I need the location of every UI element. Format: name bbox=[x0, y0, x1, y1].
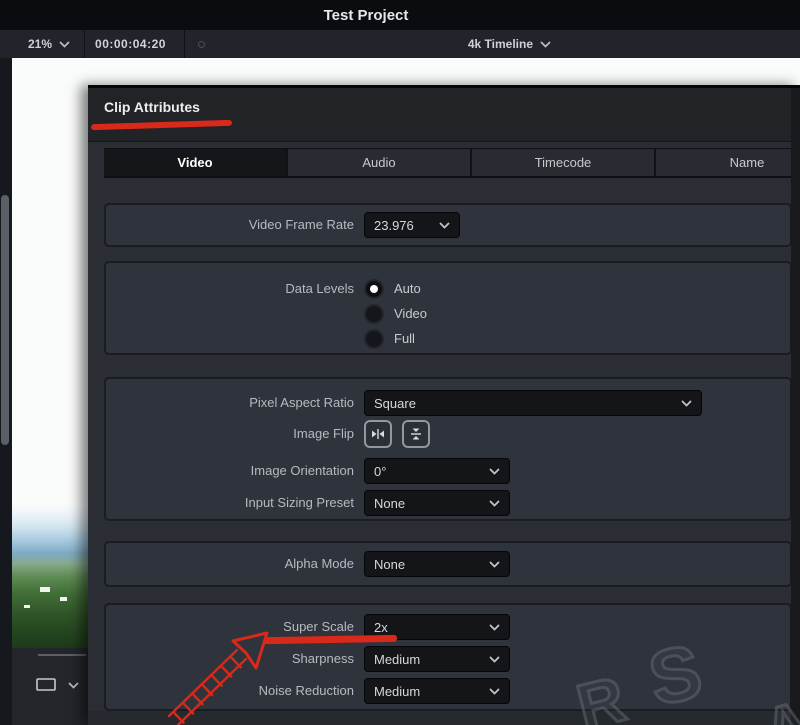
left-panel-edge bbox=[0, 58, 12, 725]
chevron-down-icon bbox=[540, 41, 551, 48]
alpha-mode-dropdown[interactable]: None bbox=[364, 551, 510, 577]
noise-reduction-dropdown[interactable]: Medium bbox=[364, 678, 510, 704]
video-frame-thumbnail bbox=[12, 505, 88, 648]
section-data-levels: Data Levels Auto Video Full bbox=[104, 261, 792, 355]
image-orientation-value: 0° bbox=[374, 464, 386, 479]
alpha-mode-value: None bbox=[374, 557, 405, 572]
pixel-aspect-ratio-value: Square bbox=[374, 396, 416, 411]
viewer-toolbar-bottom bbox=[12, 648, 96, 725]
radio-auto[interactable] bbox=[364, 279, 384, 299]
flip-horizontal-icon bbox=[370, 426, 386, 442]
pixel-aspect-ratio-label: Pixel Aspect Ratio bbox=[106, 390, 354, 416]
radio-video[interactable] bbox=[364, 304, 384, 324]
chevron-down-icon bbox=[489, 561, 500, 568]
input-sizing-preset-label: Input Sizing Preset bbox=[106, 490, 354, 516]
chevron-down-icon bbox=[489, 656, 500, 663]
input-sizing-preset-dropdown[interactable]: None bbox=[364, 490, 510, 516]
chevron-down-icon bbox=[489, 468, 500, 475]
zoom-level-dropdown[interactable]: 21% bbox=[0, 37, 84, 51]
dialog-right-edge bbox=[791, 88, 800, 725]
annotation-arrow-icon bbox=[130, 590, 300, 725]
dialog-header: Clip Attributes bbox=[88, 88, 800, 142]
timeline-name: 4k Timeline bbox=[468, 37, 533, 51]
image-orientation-label: Image Orientation bbox=[106, 458, 354, 484]
dialog-title: Clip Attributes bbox=[104, 99, 200, 115]
frame-rate-label: Video Frame Rate bbox=[106, 212, 354, 238]
flip-vertical-icon bbox=[408, 426, 424, 442]
chevron-down-icon bbox=[489, 500, 500, 507]
flip-horizontal-button[interactable] bbox=[364, 420, 392, 448]
chevron-down-icon bbox=[489, 624, 500, 631]
scrollbar[interactable] bbox=[1, 195, 9, 445]
pixel-aspect-ratio-dropdown[interactable]: Square bbox=[364, 390, 702, 416]
sharpness-dropdown[interactable]: Medium bbox=[364, 646, 510, 672]
super-scale-value: 2x bbox=[374, 620, 388, 635]
timecode-display[interactable]: 00:00:04:20 bbox=[85, 37, 184, 51]
viewer-toolbar-top: 21% 00:00:04:20 4k Timeline bbox=[0, 30, 800, 59]
thumbnail-detail bbox=[24, 605, 30, 608]
tab-timecode[interactable]: Timecode bbox=[472, 149, 656, 176]
data-levels-label: Data Levels bbox=[106, 276, 354, 302]
dialog-tab-bar: Video Audio Timecode Name bbox=[104, 148, 800, 178]
radio-auto-label: Auto bbox=[394, 276, 421, 302]
tab-name[interactable]: Name bbox=[656, 149, 800, 176]
marker-dot-icon bbox=[185, 41, 219, 48]
chevron-down-icon bbox=[489, 688, 500, 695]
window-titlebar: Test Project bbox=[0, 0, 800, 30]
image-flip-label: Image Flip bbox=[106, 420, 354, 448]
radio-full-label: Full bbox=[394, 326, 415, 352]
thumbnail-detail bbox=[40, 587, 50, 592]
tab-audio[interactable]: Audio bbox=[288, 149, 472, 176]
section-alpha-mode: Alpha Mode None bbox=[104, 541, 792, 587]
frame-rate-value: 23.976 bbox=[374, 218, 414, 233]
radio-video-label: Video bbox=[394, 301, 427, 327]
section-geometry: Pixel Aspect Ratio Square Image Flip bbox=[104, 377, 792, 521]
radio-full[interactable] bbox=[364, 329, 384, 349]
section-frame-rate: Video Frame Rate 23.976 bbox=[104, 203, 792, 247]
zoom-level-value: 21% bbox=[28, 37, 52, 51]
transform-tool-button[interactable] bbox=[34, 676, 79, 694]
sharpness-value: Medium bbox=[374, 652, 420, 667]
chevron-down-icon bbox=[59, 41, 70, 48]
input-sizing-preset-value: None bbox=[374, 496, 405, 511]
noise-reduction-value: Medium bbox=[374, 684, 420, 699]
transform-icon bbox=[34, 676, 60, 694]
image-orientation-dropdown[interactable]: 0° bbox=[364, 458, 510, 484]
app-window: Test Project 21% 00:00:04:20 4k Timeline bbox=[0, 0, 800, 725]
tab-video[interactable]: Video bbox=[104, 149, 288, 176]
alpha-mode-label: Alpha Mode bbox=[106, 551, 354, 577]
flip-vertical-button[interactable] bbox=[402, 420, 430, 448]
chevron-down-icon bbox=[68, 682, 79, 689]
frame-rate-dropdown[interactable]: 23.976 bbox=[364, 212, 460, 238]
chevron-down-icon bbox=[439, 222, 450, 229]
divider bbox=[38, 654, 86, 656]
chevron-down-icon bbox=[681, 400, 692, 407]
thumbnail-detail bbox=[60, 597, 67, 601]
window-title: Test Project bbox=[324, 7, 477, 24]
timeline-selector-dropdown[interactable]: 4k Timeline bbox=[468, 37, 551, 51]
